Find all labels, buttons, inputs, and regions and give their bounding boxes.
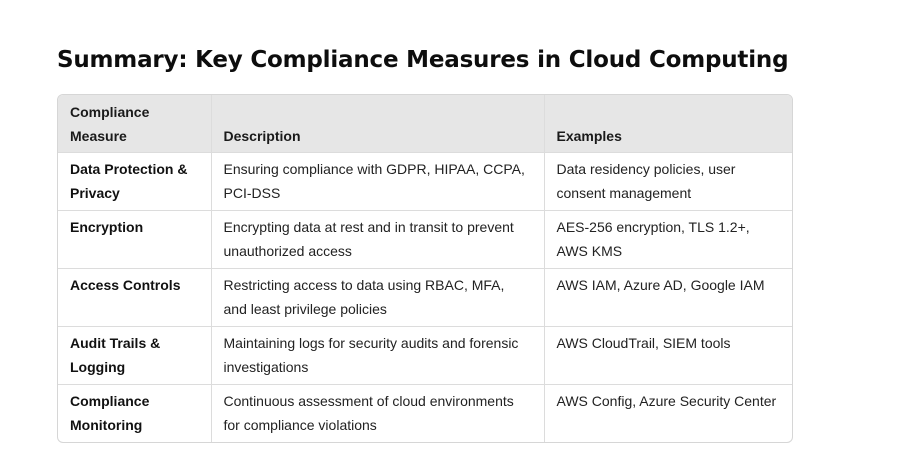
cell-measure: Compliance Monitoring: [58, 384, 212, 442]
table-header-row: Compliance Measure Description Examples: [58, 95, 792, 153]
cell-examples: Data residency policies, user consent ma…: [544, 152, 792, 211]
cell-description: Continuous assessment of cloud environme…: [211, 384, 545, 442]
cell-description: Encrypting data at rest and in transit t…: [211, 210, 545, 269]
table-body: Data Protection & Privacy Ensuring compl…: [58, 152, 792, 442]
cell-measure: Access Controls: [58, 268, 212, 327]
table-row: Encryption Encrypting data at rest and i…: [58, 210, 792, 269]
page-title: Summary: Key Compliance Measures in Clou…: [57, 47, 789, 73]
table-row: Compliance Monitoring Continuous assessm…: [58, 384, 792, 442]
compliance-table-grid: Compliance Measure Description Examples …: [58, 95, 792, 442]
cell-examples: AWS Config, Azure Security Center: [556, 393, 777, 409]
compliance-table: Compliance Measure Description Examples …: [57, 94, 793, 443]
cell-examples: AWS CloudTrail, SIEM tools: [544, 326, 792, 385]
cell-description: Restricting access to data using RBAC, M…: [211, 268, 545, 327]
cell-measure: Audit Trails & Logging: [58, 326, 212, 385]
table-row: Access Controls Restricting access to da…: [58, 268, 792, 327]
table-header: Compliance Measure Description Examples: [58, 95, 792, 153]
table-row: Data Protection & Privacy Ensuring compl…: [58, 152, 792, 211]
table-row: Audit Trails & Logging Maintaining logs …: [58, 326, 792, 385]
cell-measure: Encryption: [58, 210, 212, 269]
cell-measure: Data Protection & Privacy: [58, 152, 212, 211]
cell-description: Maintaining logs for security audits and…: [211, 326, 545, 385]
cell-description: Ensuring compliance with GDPR, HIPAA, CC…: [211, 152, 545, 211]
column-header-description: Description: [211, 95, 545, 153]
column-header-examples: Examples: [544, 95, 792, 153]
cell-examples: AES-256 encryption, TLS 1.2+, AWS KMS: [544, 210, 792, 269]
column-header-measure: Compliance Measure: [58, 95, 212, 153]
cell-examples: AWS IAM, Azure AD, Google IAM: [544, 268, 792, 327]
